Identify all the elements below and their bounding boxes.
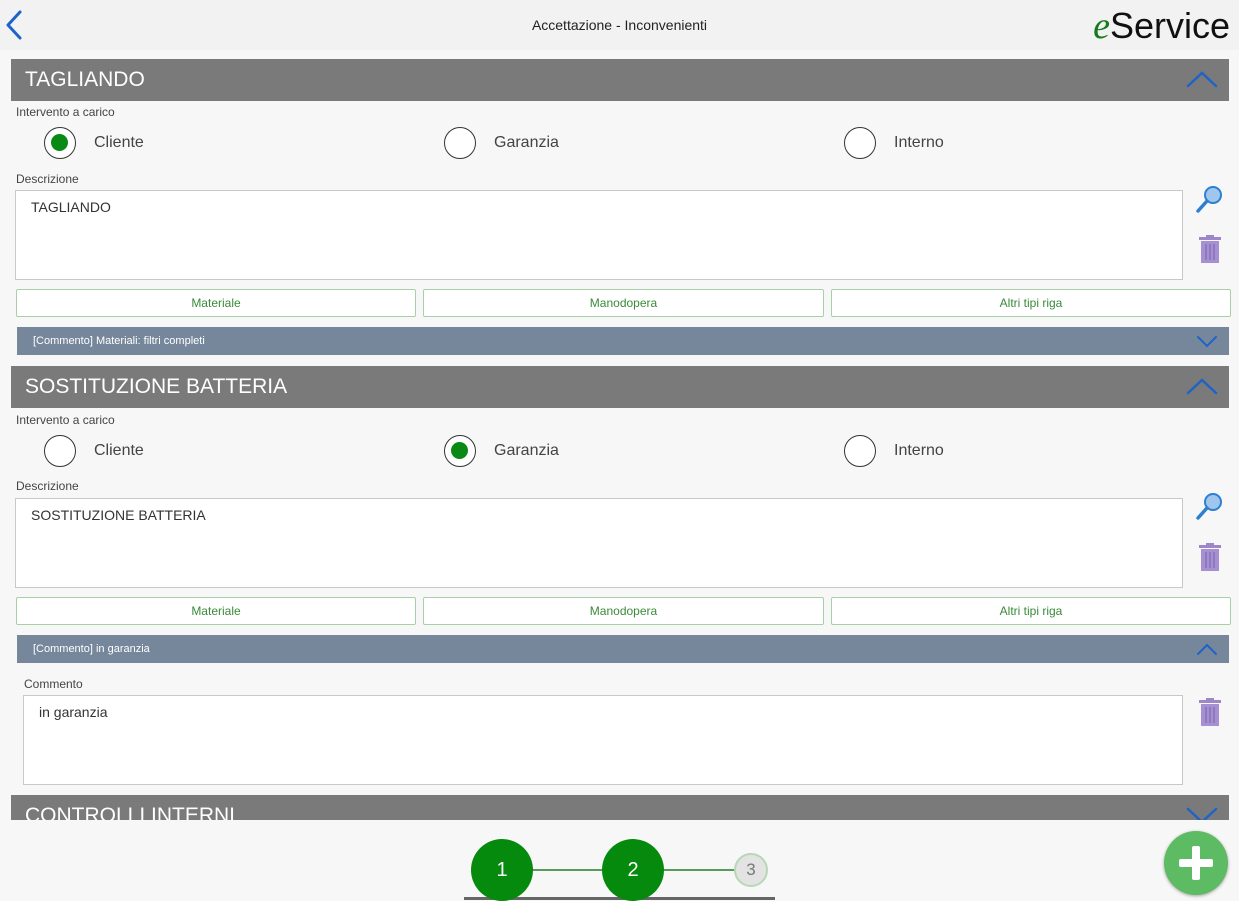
radio-circle — [44, 435, 76, 467]
comment-bar[interactable]: [Commento] Materiali: filtri completi — [17, 327, 1229, 355]
comment-bar-text: [Commento] in garanzia — [33, 643, 150, 655]
radio-label: Garanzia — [494, 442, 559, 459]
materiale-button[interactable]: Materiale — [16, 289, 416, 317]
step-2[interactable]: 2 — [602, 839, 664, 901]
radio-label: Interno — [894, 134, 944, 151]
description-label: Descrizione — [16, 172, 79, 186]
charge-label: Intervento a carico — [16, 105, 115, 119]
radio-selected-dot — [51, 134, 68, 151]
top-bar: Accettazione - Inconvenienti eService — [0, 0, 1239, 50]
radio-circle — [44, 127, 76, 159]
page-title: Accettazione - Inconvenienti — [531, 17, 708, 33]
comment-bar-text: [Commento] Materiali: filtri completi — [33, 335, 205, 347]
step-connector — [532, 869, 604, 871]
manodopera-button[interactable]: Manodopera — [423, 289, 824, 317]
radio-interno[interactable]: Interno — [844, 435, 984, 469]
section-title: CONTROLLI INTERNI — [25, 804, 236, 820]
trash-icon[interactable] — [1195, 234, 1225, 264]
radio-circle — [844, 435, 876, 467]
comment-bar[interactable]: [Commento] in garanzia — [17, 635, 1229, 663]
section-header-sostituzione-batteria[interactable]: SOSTITUZIONE BATTERIA — [11, 366, 1229, 408]
step-1[interactable]: 1 — [471, 839, 533, 901]
radio-interno[interactable]: Interno — [844, 127, 984, 161]
radio-circle — [444, 127, 476, 159]
comment-label: Commento — [24, 677, 83, 691]
chevron-down-icon[interactable] — [1196, 335, 1218, 348]
section-header-controlli-interni[interactable]: CONTROLLI INTERNI — [11, 795, 1229, 820]
trash-icon[interactable] — [1195, 542, 1225, 572]
chevron-up-icon[interactable] — [1185, 69, 1219, 89]
section-title: SOSTITUZIONE BATTERIA — [25, 375, 288, 398]
chevron-up-icon[interactable] — [1196, 643, 1218, 656]
radio-circle — [444, 435, 476, 467]
radio-garanzia[interactable]: Garanzia — [444, 127, 584, 161]
materiale-button[interactable]: Materiale — [16, 597, 416, 625]
trash-icon[interactable] — [1195, 697, 1225, 727]
step-3[interactable]: 3 — [734, 853, 768, 887]
radio-label: Interno — [894, 442, 944, 459]
description-label: Descrizione — [16, 479, 79, 493]
step-connector — [663, 869, 735, 871]
description-field[interactable]: TAGLIANDO — [15, 190, 1183, 280]
radio-garanzia[interactable]: Garanzia — [444, 435, 584, 469]
radio-cliente[interactable]: Cliente — [44, 435, 184, 469]
comment-field[interactable]: in garanzia — [23, 695, 1183, 785]
section-header-tagliando[interactable]: TAGLIANDO — [11, 59, 1229, 101]
section-title: TAGLIANDO — [25, 68, 145, 91]
chevron-up-icon[interactable] — [1185, 376, 1219, 396]
description-field[interactable]: SOSTITUZIONE BATTERIA — [15, 498, 1183, 588]
charge-label: Intervento a carico — [16, 413, 115, 427]
radio-label: Cliente — [94, 442, 144, 459]
altri-tipi-riga-button[interactable]: Altri tipi riga — [831, 289, 1231, 317]
radio-label: Cliente — [94, 134, 144, 151]
search-icon[interactable] — [1195, 184, 1225, 214]
plus-icon — [1192, 846, 1200, 880]
brand-logo: eService — [1093, 5, 1230, 47]
search-icon[interactable] — [1195, 491, 1225, 521]
radio-selected-dot — [451, 442, 468, 459]
radio-cliente[interactable]: Cliente — [44, 127, 184, 161]
bottom-bar: 1 2 3 — [0, 820, 1239, 901]
manodopera-button[interactable]: Manodopera — [423, 597, 824, 625]
chevron-down-icon[interactable] — [1185, 805, 1219, 820]
radio-label: Garanzia — [494, 134, 559, 151]
radio-circle — [844, 127, 876, 159]
altri-tipi-riga-button[interactable]: Altri tipi riga — [831, 597, 1231, 625]
add-button[interactable] — [1164, 831, 1228, 895]
content-scroll[interactable]: TAGLIANDO Intervento a carico Cliente Ga… — [0, 50, 1239, 820]
